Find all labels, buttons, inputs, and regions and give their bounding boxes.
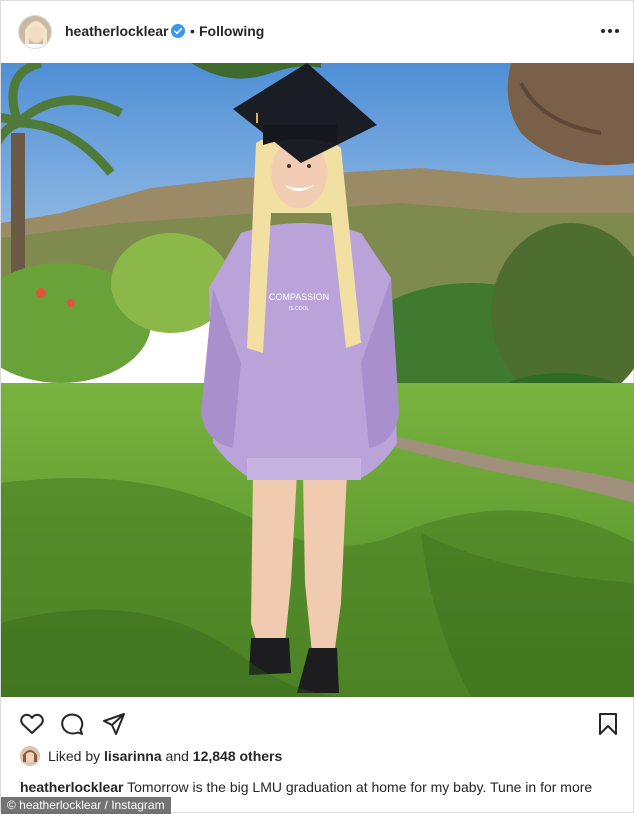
likes-and: and (165, 748, 189, 764)
verified-badge-icon (171, 24, 185, 38)
caption-text: Tomorrow is the big LMU graduation at ho… (127, 779, 593, 795)
following-button[interactable]: Following (199, 23, 264, 39)
post-photo[interactable]: COMPASSION IS COOL (1, 63, 634, 697)
heart-icon[interactable] (19, 711, 45, 737)
sweatshirt-text: COMPASSION (269, 292, 329, 302)
header-separator: • (190, 23, 195, 39)
likes-row: Liked by lisarinna and 12,848 others (1, 743, 634, 769)
photo-credit: © heatherlocklear / Instagram (1, 797, 171, 814)
sweatshirt-subtext: IS COOL (289, 306, 310, 312)
likes-prefix: Liked by (48, 748, 101, 764)
likes-text[interactable]: Liked by lisarinna and 12,848 others (48, 748, 282, 764)
bookmark-icon[interactable] (595, 711, 621, 737)
post-username[interactable]: heatherlocklear (65, 23, 169, 39)
instagram-post: heatherlocklear • Following COMPASSION I… (0, 0, 634, 814)
more-options-icon[interactable] (599, 21, 621, 41)
liker-avatar[interactable] (20, 746, 40, 766)
share-icon[interactable] (101, 711, 127, 737)
profile-avatar[interactable] (18, 15, 52, 49)
likes-count[interactable]: 12,848 others (193, 748, 283, 764)
post-caption: heatherlocklear Tomorrow is the big LMU … (20, 779, 620, 795)
post-actions (1, 705, 634, 741)
post-header: heatherlocklear • Following (1, 1, 634, 63)
comment-icon[interactable] (59, 711, 85, 737)
liker-username[interactable]: lisarinna (104, 748, 162, 764)
caption-username[interactable]: heatherlocklear (20, 779, 124, 795)
